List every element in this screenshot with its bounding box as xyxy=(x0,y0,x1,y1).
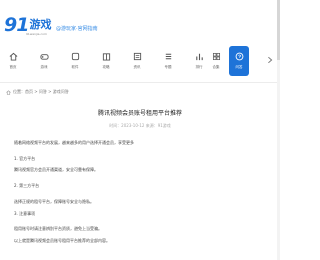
nav-label: 专题 xyxy=(164,65,172,69)
gamepad-icon xyxy=(39,54,49,60)
nav-item-qa[interactable]: 问答 xyxy=(229,46,249,76)
nav-label: 问答 xyxy=(235,65,243,69)
article-paragraph: 以上就是腾讯视频会员账号租用平台推荐的全部内容。 xyxy=(14,238,110,243)
article-subheading: 2. 第三方平台 xyxy=(14,183,40,188)
nav-label: 资讯 xyxy=(133,65,141,69)
home-icon xyxy=(9,52,17,61)
logo-number: 91 xyxy=(4,14,29,36)
location-icon xyxy=(6,89,11,95)
main-nav: 首页 游戏 软件 攻略 资讯 专题 排行 合集 问答 xyxy=(0,46,280,78)
scrollbar-thumb[interactable] xyxy=(277,0,280,60)
grid-icon xyxy=(212,52,220,61)
nav-item-news[interactable]: 资讯 xyxy=(126,46,148,76)
article-title: 腾讯视频会员账号租用平台推荐 xyxy=(97,110,182,117)
nav-item-games[interactable]: 游戏 xyxy=(33,46,55,76)
nav-label: 攻略 xyxy=(102,65,110,69)
site-header: 91 游戏 91wanjia.com @游玩家·官网指南 xyxy=(0,0,280,40)
article-subheading: 3. 注意事项 xyxy=(14,211,36,216)
article-paragraph: 随着网络视频平台的发展，越来越多的用户选择开通会员，享受更多 xyxy=(14,140,134,145)
news-icon xyxy=(133,52,141,61)
chevron-right-icon[interactable] xyxy=(266,56,274,64)
nav-item-home[interactable]: 首页 xyxy=(2,46,24,76)
chart-icon xyxy=(195,53,203,61)
breadcrumb: 位置：首页 > 问答 > 游戏问答 xyxy=(6,89,69,95)
book-icon xyxy=(102,53,110,61)
article-meta: 时间：2023-10-12 来源：91游戏 xyxy=(109,123,171,128)
article-paragraph: 租用账号时请注意辨别平台资质，避免上当受骗。 xyxy=(14,226,102,231)
logo-subtext: 91wanjia.com xyxy=(26,32,47,36)
nav-item-guides[interactable]: 攻略 xyxy=(95,46,117,76)
site-slogan: @游玩家·官网指南 xyxy=(56,26,98,32)
page: 91 游戏 91wanjia.com @游玩家·官网指南 首页 游戏 软件 攻略… xyxy=(0,0,280,260)
app-icon xyxy=(71,52,79,61)
nav-label: 合集 xyxy=(212,65,220,69)
list-icon xyxy=(165,53,171,60)
article-paragraph: 选择正规的租号平台，保障账号安全与隐私。 xyxy=(14,199,94,204)
nav-item-collections[interactable]: 合集 xyxy=(205,46,227,76)
breadcrumb-text[interactable]: 位置：首页 > 问答 > 游戏问答 xyxy=(13,89,69,95)
logo-text: 游戏 xyxy=(29,18,52,31)
nav-label: 软件 xyxy=(71,65,79,69)
nav-item-topics[interactable]: 专题 xyxy=(157,46,179,76)
article-subheading: 1. 官方平台 xyxy=(14,156,36,161)
article-paragraph: 腾讯视频官方会员开通渠道，安全可靠有保障。 xyxy=(14,167,98,172)
question-icon xyxy=(235,52,243,61)
nav-label: 首页 xyxy=(9,65,17,69)
nav-divider xyxy=(0,82,280,83)
nav-item-apps[interactable]: 软件 xyxy=(64,46,86,76)
nav-label: 游戏 xyxy=(40,65,48,69)
